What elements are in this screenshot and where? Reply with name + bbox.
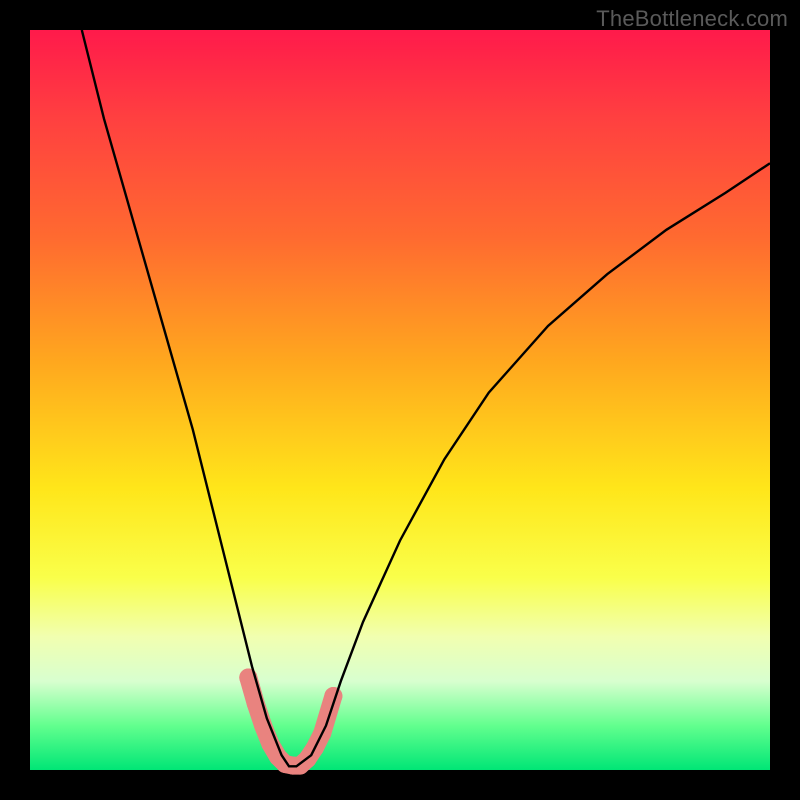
plot-area <box>30 30 770 770</box>
chart-svg <box>30 30 770 770</box>
bottleneck-curve <box>82 30 770 766</box>
chart-frame: TheBottleneck.com <box>0 0 800 800</box>
watermark-text: TheBottleneck.com <box>596 6 788 32</box>
